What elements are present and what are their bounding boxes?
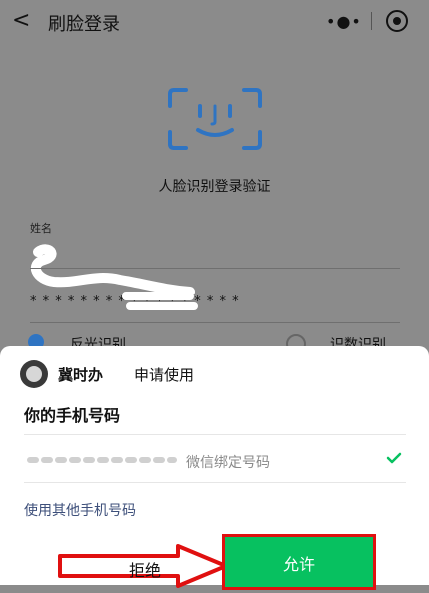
capture-icon[interactable] bbox=[386, 10, 408, 32]
back-chevron-icon[interactable]: < bbox=[12, 8, 30, 33]
page-title: 刷脸登录 bbox=[48, 14, 120, 35]
app-name: 冀时办 bbox=[58, 366, 104, 384]
apply-text: 申请使用 bbox=[134, 366, 195, 384]
allow-button[interactable]: 允许 bbox=[222, 534, 376, 590]
reject-button[interactable]: 拒绝 bbox=[70, 556, 220, 586]
divider bbox=[24, 482, 406, 483]
phone-number-redaction bbox=[27, 457, 177, 463]
wechat-bound-number-note: 微信绑定号码 bbox=[186, 455, 270, 471]
app-avatar bbox=[20, 360, 48, 388]
name-label: 姓名 bbox=[30, 222, 52, 235]
mini-program-capsule: •●• bbox=[310, 6, 420, 36]
phone-authorization-sheet: 冀时办 申请使用 你的手机号码 微信绑定号码 使用其他手机号码 拒绝 允许 bbox=[0, 346, 429, 590]
name-field-underline bbox=[30, 268, 400, 269]
sheet-title: 你的手机号码 bbox=[24, 406, 121, 425]
capsule-separator bbox=[371, 12, 372, 30]
face-recognition-caption: 人脸识别登录验证 bbox=[158, 179, 271, 195]
divider bbox=[24, 434, 406, 435]
redaction-scribble-2 bbox=[122, 292, 198, 310]
password-field-underline bbox=[30, 322, 400, 323]
top-bar: < 刷脸登录 •●• bbox=[0, 0, 429, 44]
more-dots-icon[interactable]: •●• bbox=[326, 12, 362, 31]
face-scan-icon bbox=[168, 88, 262, 150]
check-icon bbox=[386, 452, 402, 464]
use-other-phone-link[interactable]: 使用其他手机号码 bbox=[24, 500, 136, 520]
